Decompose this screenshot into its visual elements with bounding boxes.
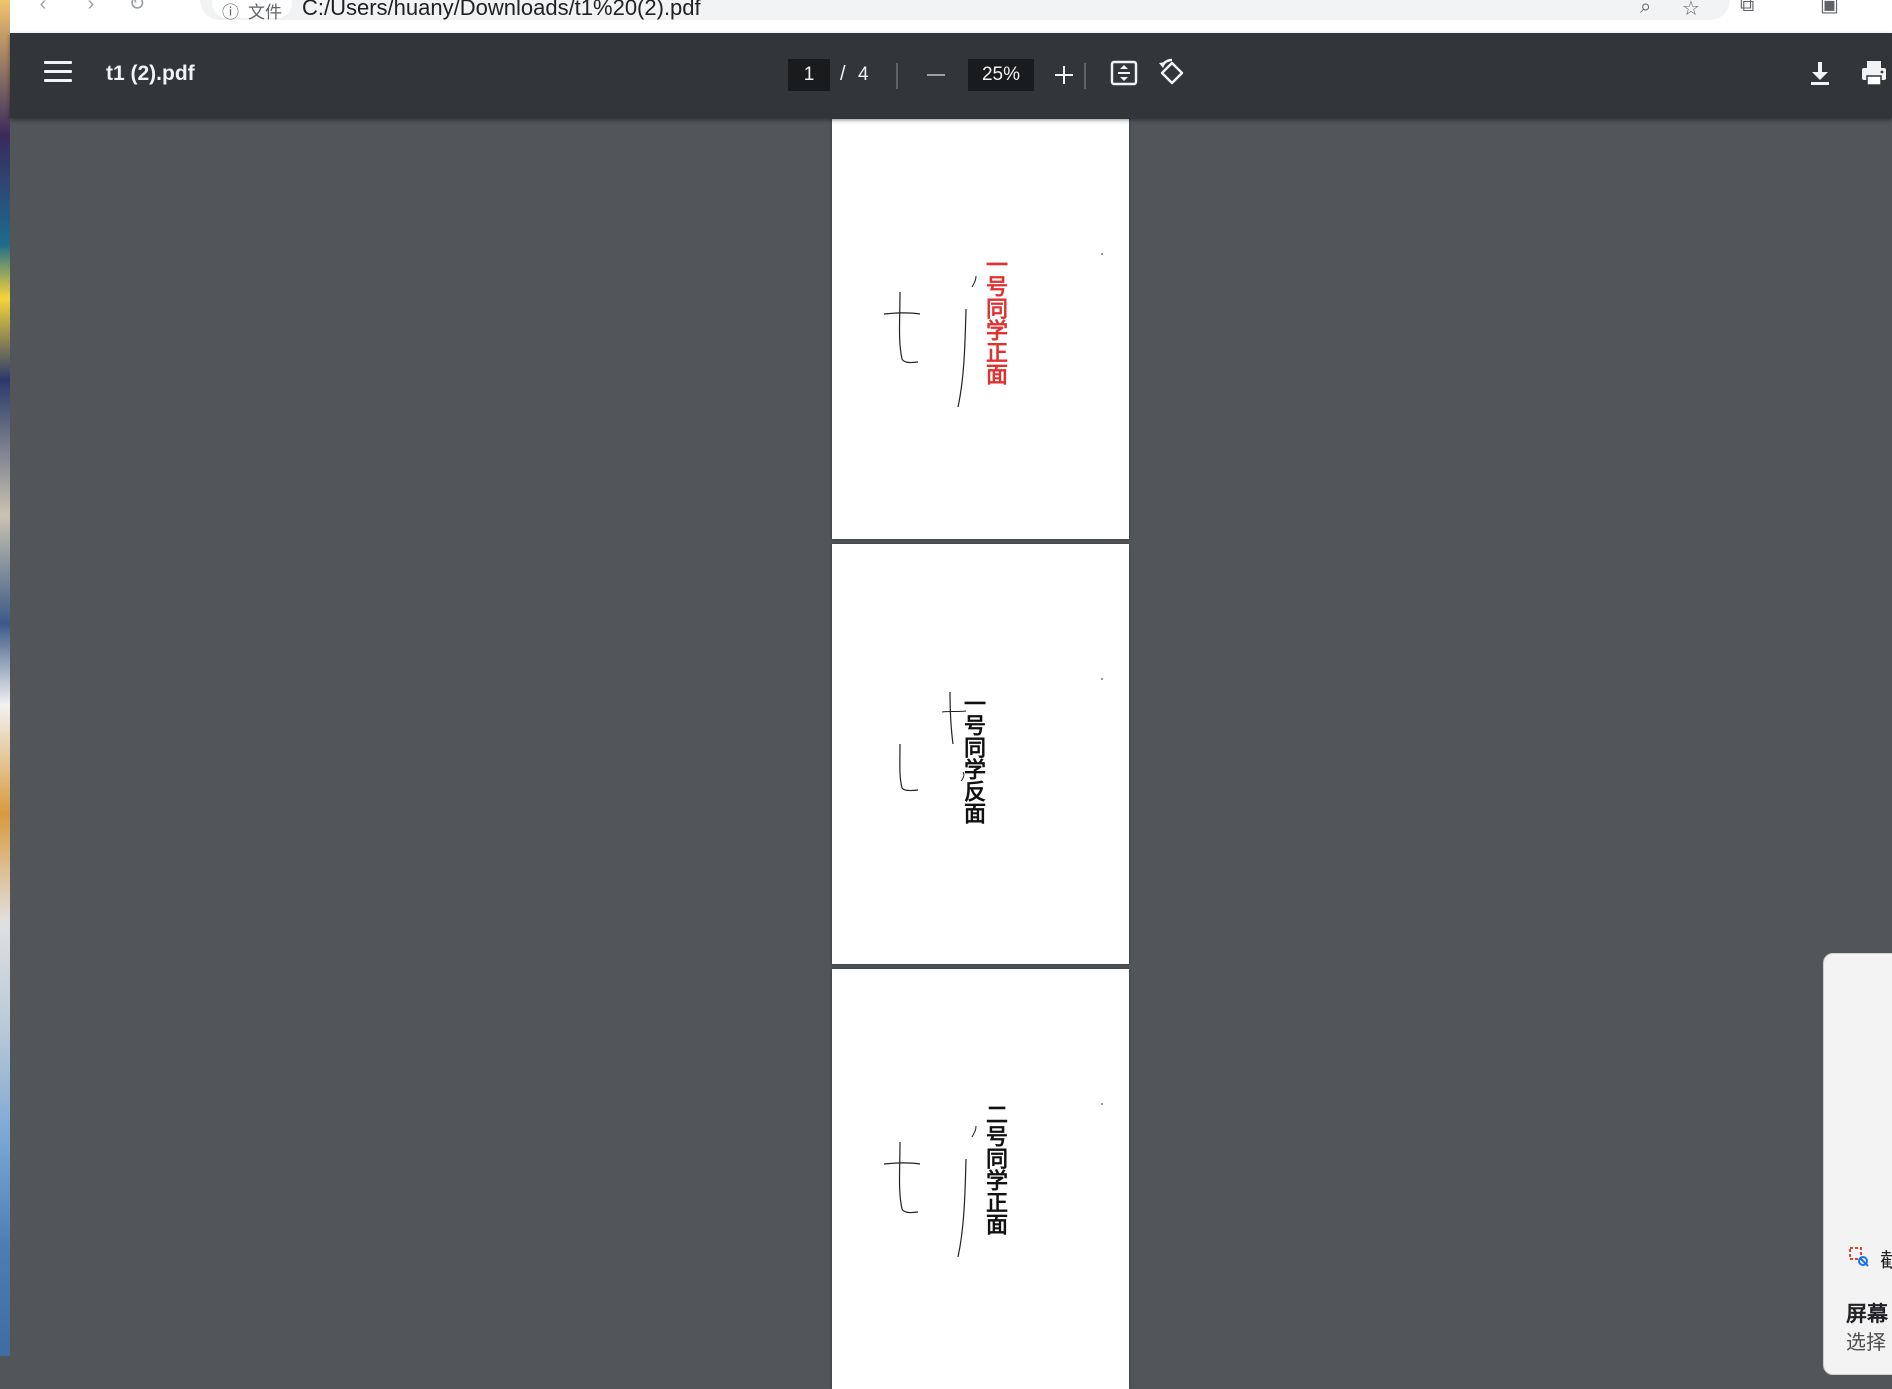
notification-title: 屏幕 bbox=[1846, 1303, 1888, 1326]
pdf-page-3[interactable]: 二号同学正面 bbox=[832, 969, 1129, 1389]
fit-to-page-icon[interactable] bbox=[1108, 57, 1140, 89]
zoom-level-input[interactable] bbox=[968, 59, 1034, 91]
omnibox[interactable]: ⓘ 文件 C:/Users/huany/Downloads/t1%20(2).p… bbox=[200, 0, 1730, 22]
page-total: 4 bbox=[858, 64, 869, 85]
back-icon[interactable]: ‹ bbox=[32, 0, 54, 14]
file-label: 文件 bbox=[248, 3, 282, 22]
pdf-page-1[interactable]: 一号同学正面 bbox=[832, 119, 1129, 539]
toolbar-divider bbox=[1084, 63, 1086, 89]
bookmark-star-icon[interactable]: ☆ bbox=[1682, 0, 1700, 21]
page-label: 二号同学正面 bbox=[982, 1103, 1007, 1235]
notification-body: 选择 bbox=[1846, 1332, 1886, 1354]
menu-icon[interactable] bbox=[44, 61, 72, 89]
browser-address-bar: ‹ › ↻ ⓘ 文件 C:/Users/huany/Downloads/t1%2… bbox=[10, 0, 1892, 33]
toolbar-divider bbox=[896, 63, 898, 89]
window-icon[interactable]: ▣ bbox=[1820, 0, 1839, 15]
site-info-chip[interactable]: ⓘ 文件 bbox=[212, 0, 292, 22]
page-separator: / bbox=[840, 63, 846, 85]
page-number-input[interactable] bbox=[788, 59, 830, 91]
print-icon[interactable] bbox=[1858, 57, 1890, 89]
pdf-toolbar: t1 (2).pdf / 4 bbox=[10, 33, 1892, 118]
pdf-page-2[interactable]: 一号同学反面 bbox=[832, 544, 1129, 964]
rotate-icon[interactable] bbox=[1156, 57, 1188, 89]
reload-icon[interactable]: ↻ bbox=[126, 0, 148, 14]
document-title: t1 (2).pdf bbox=[106, 62, 195, 85]
zoom-in-icon[interactable] bbox=[1050, 61, 1078, 89]
page-label: 一号同学正面 bbox=[982, 253, 1007, 385]
url-text: C:/Users/huany/Downloads/t1%20(2).pdf bbox=[302, 0, 701, 20]
info-icon: ⓘ bbox=[222, 3, 239, 22]
pdf-viewer[interactable]: 一号同学正面 一号同学反面 二号同学正面 bbox=[10, 118, 1892, 1389]
share-icon[interactable]: ⧉ bbox=[1740, 0, 1754, 15]
download-icon[interactable] bbox=[1804, 57, 1836, 89]
desktop-background-strip bbox=[0, 0, 10, 1356]
notification-app-name: 截 bbox=[1880, 1250, 1892, 1272]
zoom-lens-icon[interactable]: ⌕ bbox=[1640, 0, 1651, 19]
page-label: 一号同学反面 bbox=[960, 692, 985, 824]
forward-icon[interactable]: › bbox=[80, 0, 102, 14]
snipping-tool-icon bbox=[1849, 1247, 1869, 1267]
zoom-out-icon[interactable] bbox=[922, 61, 950, 89]
notification-popup[interactable]: 截 屏幕 选择 bbox=[1823, 953, 1892, 1375]
